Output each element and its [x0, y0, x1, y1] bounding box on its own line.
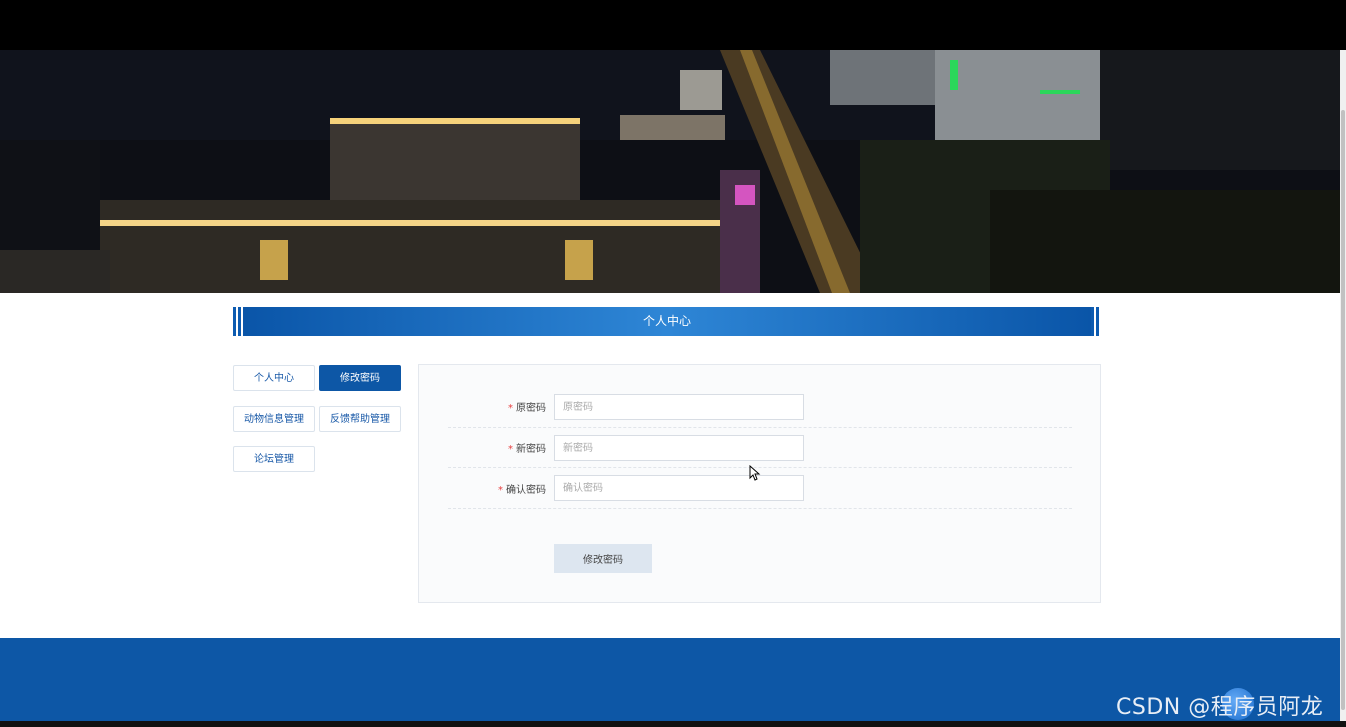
menu-item-change-password[interactable]: 修改密码 — [319, 365, 401, 391]
section-title-bar: 个人中心 — [233, 307, 1101, 336]
new-password-label-text: 新密码 — [516, 444, 546, 455]
mouse-cursor-icon — [749, 465, 761, 481]
new-password-input[interactable] — [554, 435, 804, 461]
required-mark: * — [508, 444, 513, 455]
menu-item-animal-info[interactable]: 动物信息管理 — [233, 406, 315, 432]
form-row-divider — [448, 427, 1072, 428]
page-scrollbar[interactable] — [1340, 50, 1346, 721]
menu-item-forum[interactable]: 论坛管理 — [233, 446, 315, 472]
menu-item-feedback-help[interactable]: 反馈帮助管理 — [319, 406, 401, 432]
change-password-button[interactable]: 修改密码 — [554, 544, 652, 573]
scrollbar-thumb[interactable] — [1341, 110, 1345, 710]
confirm-password-label-text: 确认密码 — [506, 485, 546, 496]
banner-image — [0, 50, 1346, 293]
watermark-text: CSDN @程序员阿龙 — [1116, 695, 1324, 720]
old-password-label: * 原密码 — [446, 399, 546, 414]
confirm-password-input[interactable] — [554, 475, 804, 501]
title-bar-right-edge — [1091, 307, 1101, 336]
new-password-label: * 新密码 — [446, 440, 546, 455]
required-mark: * — [498, 485, 503, 496]
confirm-password-label: * 确认密码 — [446, 481, 546, 496]
top-black-bar — [0, 0, 1346, 50]
old-password-input[interactable] — [554, 394, 804, 420]
form-row-divider — [448, 508, 1072, 509]
page-title: 个人中心 — [243, 307, 1091, 336]
night-city-scene — [0, 50, 1346, 293]
old-password-label-text: 原密码 — [516, 403, 546, 414]
title-bar-left-edge — [233, 307, 243, 336]
required-mark: * — [508, 403, 513, 414]
bottom-edge — [0, 721, 1346, 727]
menu-item-personal-center[interactable]: 个人中心 — [233, 365, 315, 391]
page: 个人中心 个人中心 修改密码 动物信息管理 反馈帮助管理 论坛管理 * 原密码 *… — [0, 0, 1346, 727]
